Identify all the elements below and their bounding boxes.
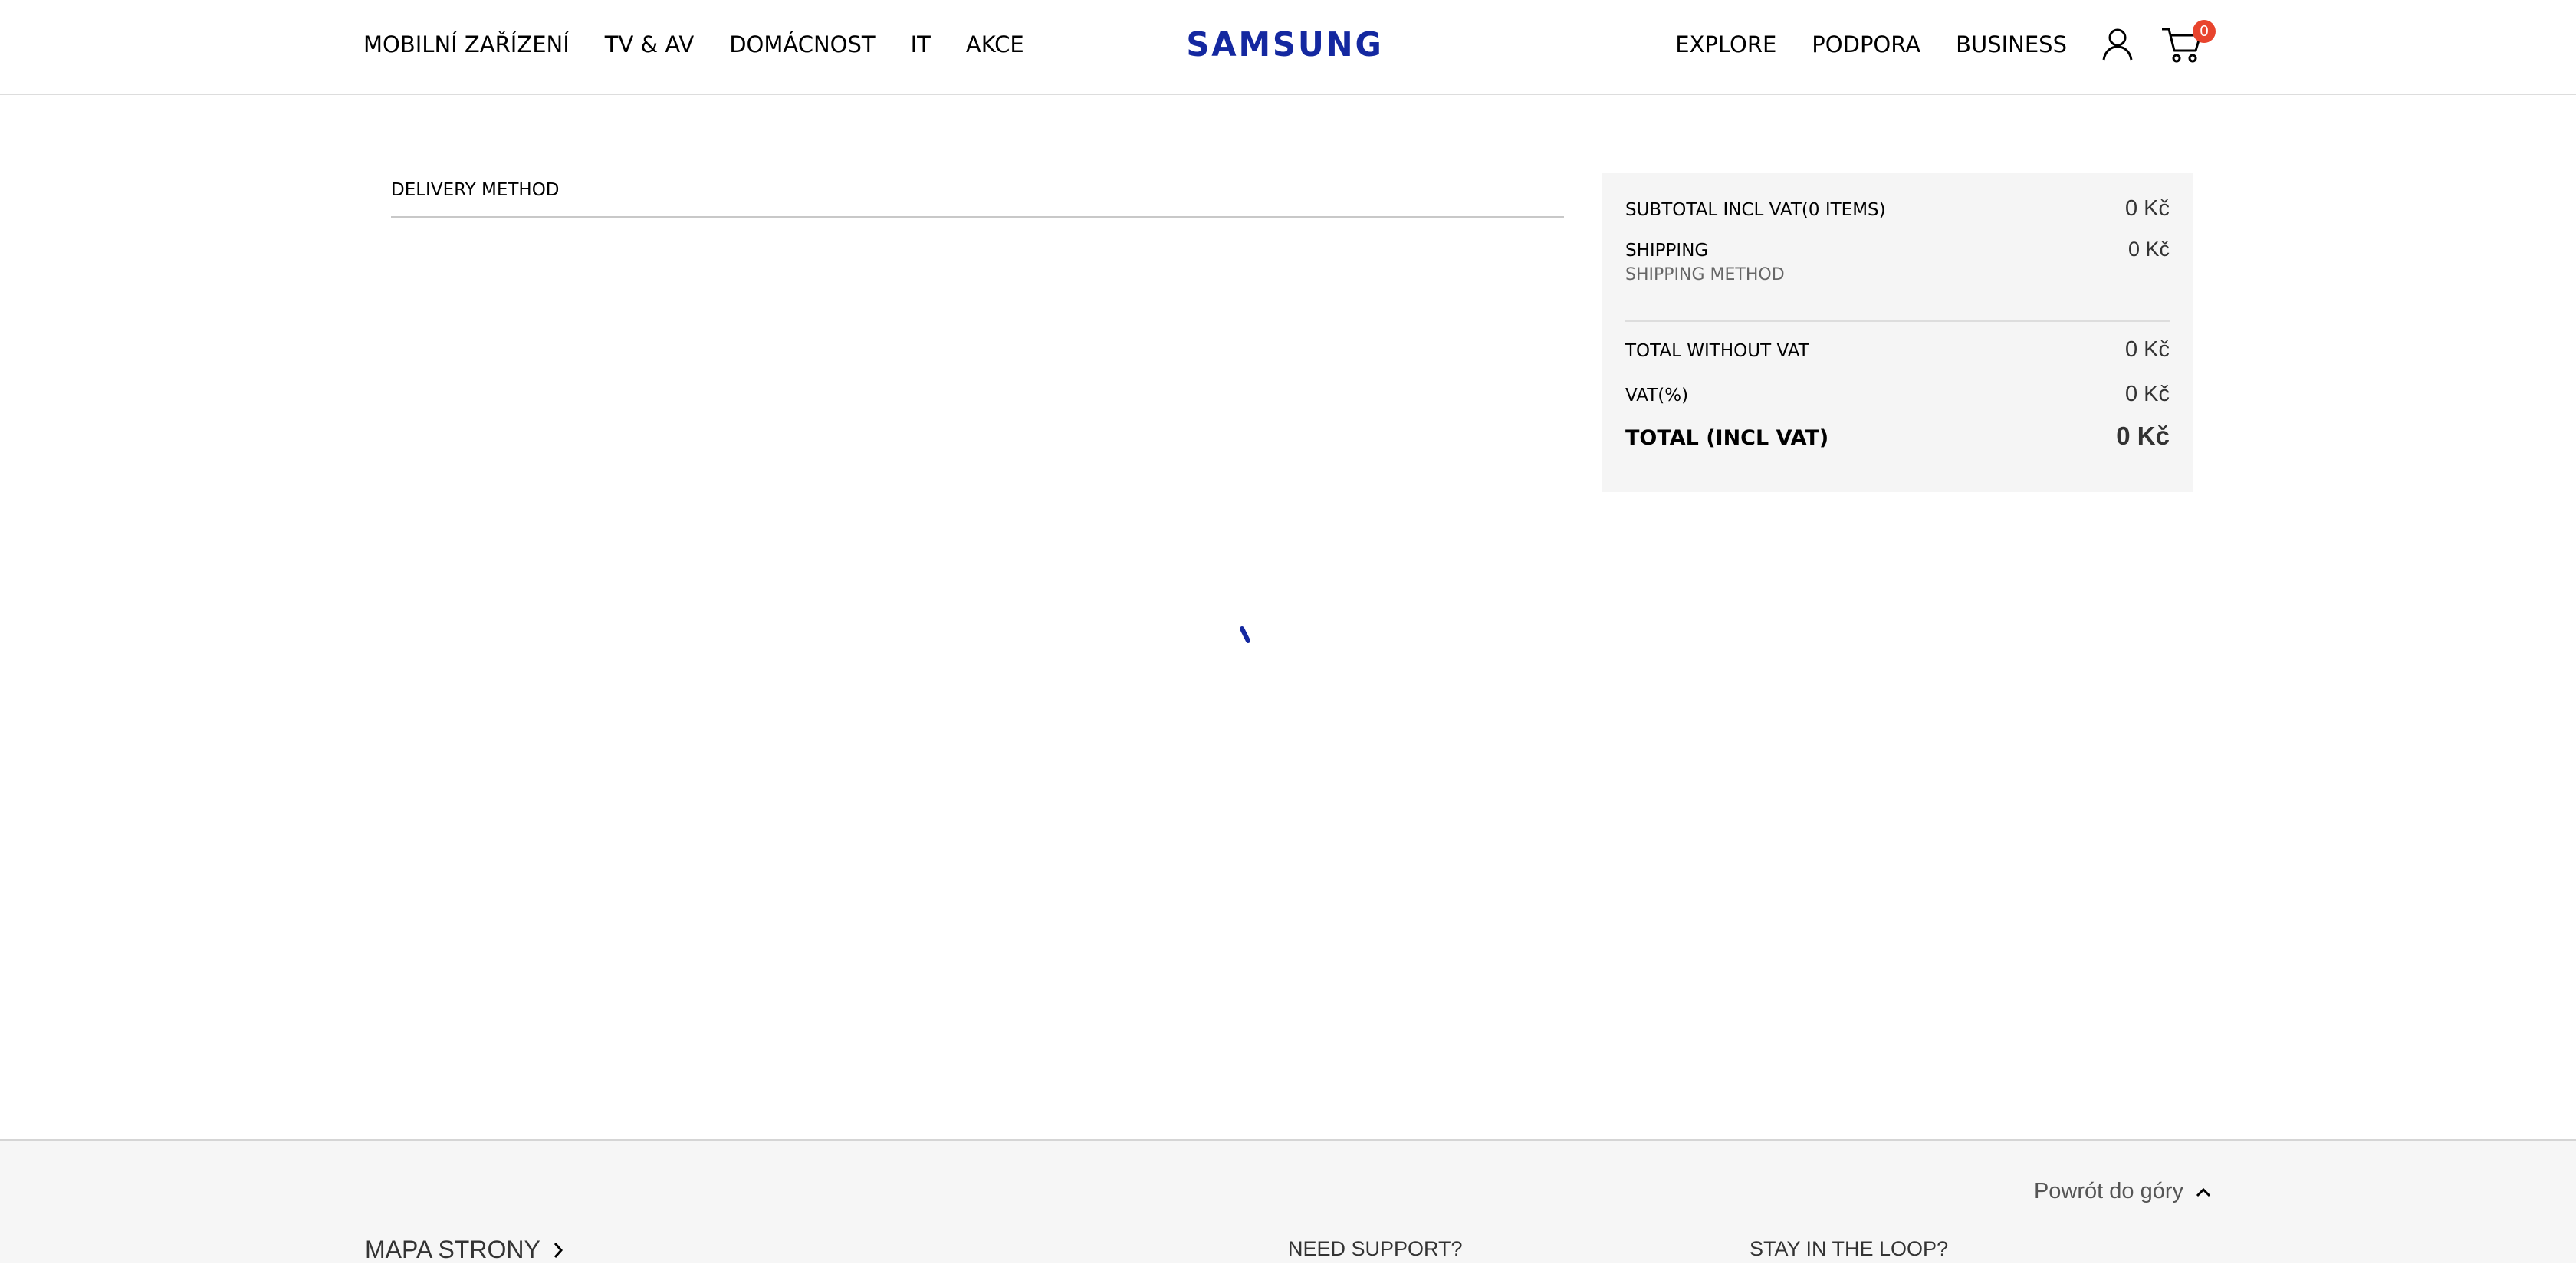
- shipping-method-label: SHIPPING METHOD: [1625, 265, 1785, 284]
- shipping-label: SHIPPING: [1625, 241, 1709, 261]
- chevron-right-icon: [554, 1242, 563, 1258]
- total-without-vat-value: 0 Kč: [2124, 337, 2170, 362]
- total-row: TOTAL (INCL VAT) 0 Kč: [1625, 422, 2170, 451]
- utility-nav: EXPLORE PODPORA BUSINESS: [1675, 29, 2067, 60]
- total-value: 0 Kč: [2116, 422, 2170, 450]
- subtotal-label: SUBTOTAL INCL VAT(0 ITEMS): [1625, 200, 1886, 220]
- site-header: MOBILNÍ ZAŘÍZENÍ TV & AV DOMÁCNOST IT AK…: [0, 0, 2576, 95]
- shipping-row: SHIPPING 0 Kč: [1625, 238, 2170, 261]
- shipping-value: 0 Kč: [2128, 238, 2170, 261]
- back-to-top-label: Powrót do góry: [2033, 1179, 2183, 1203]
- stay-in-loop-heading: STAY IN THE LOOP?: [1750, 1237, 1949, 1260]
- subtotal-value: 0 Kč: [2124, 196, 2170, 221]
- total-label: TOTAL (INCL VAT): [1625, 426, 1829, 450]
- nav-item-it[interactable]: IT: [911, 29, 931, 60]
- vat-row: VAT(%) 0 Kč: [1625, 382, 2170, 407]
- nav-item-offers[interactable]: AKCE: [966, 29, 1024, 60]
- order-summary: SUBTOTAL INCL VAT(0 ITEMS) 0 Kč SHIPPING…: [1602, 173, 2193, 492]
- sitemap-label: MAPA STRONY: [365, 1236, 540, 1263]
- loading-spinner-icon: [1240, 626, 1250, 643]
- samsung-logo[interactable]: SAMSUNG: [1186, 23, 1381, 66]
- nav-item-explore[interactable]: EXPLORE: [1675, 29, 1776, 60]
- need-support-heading: NEED SUPPORT?: [1288, 1237, 1463, 1260]
- nav-item-home-appliances[interactable]: DOMÁCNOST: [729, 29, 875, 60]
- sitemap-link[interactable]: MAPA STRONY: [365, 1236, 565, 1264]
- nav-item-business[interactable]: BUSINESS: [1956, 29, 2067, 60]
- user-icon[interactable]: [2099, 26, 2136, 63]
- delivery-method-title: DELIVERY METHOD: [391, 180, 560, 200]
- nav-item-mobile-devices[interactable]: MOBILNÍ ZAŘÍZENÍ: [363, 29, 570, 60]
- total-without-vat-label: TOTAL WITHOUT VAT: [1625, 341, 1809, 361]
- vat-label: VAT(%): [1625, 386, 1689, 405]
- chevron-up-icon: [2196, 1187, 2211, 1197]
- summary-divider: [1625, 320, 2170, 322]
- vat-value: 0 Kč: [2124, 382, 2170, 406]
- subtotal-row: SUBTOTAL INCL VAT(0 ITEMS) 0 Kč: [1625, 196, 2170, 222]
- total-without-vat-row: TOTAL WITHOUT VAT 0 Kč: [1625, 337, 2170, 363]
- back-to-top-link[interactable]: Powrót do góry: [2034, 1179, 2213, 1204]
- delivery-method-divider: [391, 216, 1564, 218]
- nav-item-support[interactable]: PODPORA: [1812, 29, 1921, 60]
- main-nav: MOBILNÍ ZAŘÍZENÍ TV & AV DOMÁCNOST IT AK…: [363, 29, 1024, 60]
- site-footer: Powrót do góry MAPA STRONY NEED SUPPORT?…: [0, 1139, 2576, 1263]
- nav-item-tv-av[interactable]: TV & AV: [605, 29, 694, 60]
- cart-count-badge: 0: [2193, 20, 2216, 43]
